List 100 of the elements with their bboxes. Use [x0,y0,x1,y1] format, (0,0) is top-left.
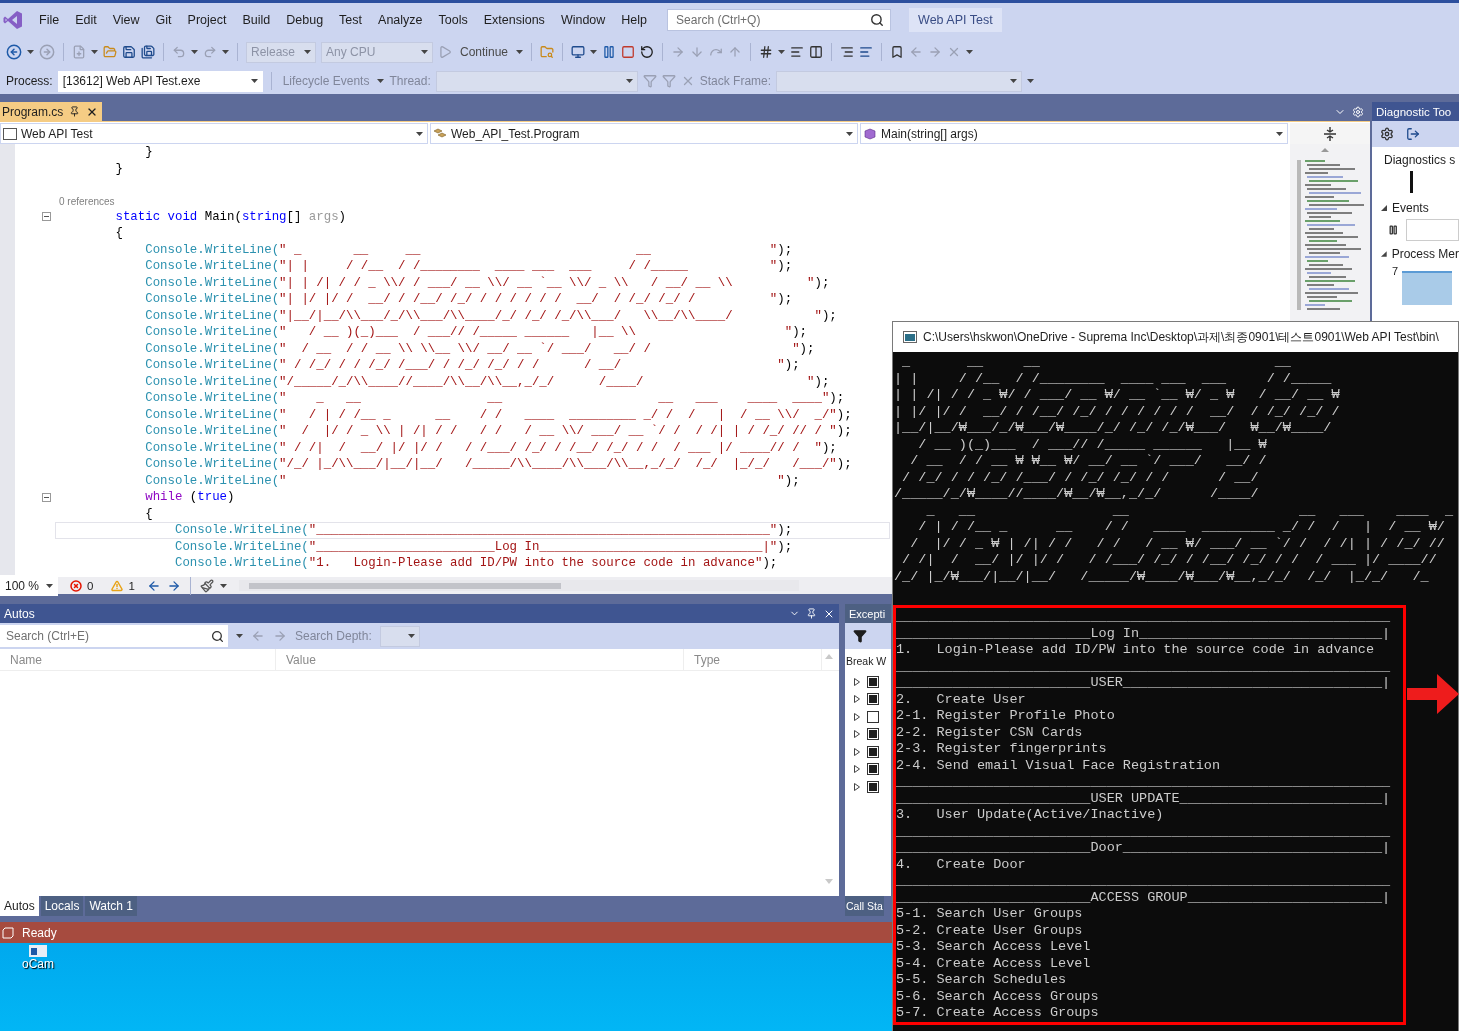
column-header[interactable]: Break W [845,649,891,673]
panel-tab[interactable]: Locals [40,896,84,916]
checkbox[interactable] [867,780,879,793]
stop-icon[interactable] [621,45,636,59]
zoom-dropdown[interactable]: 100 % [0,575,58,596]
save-all-icon[interactable] [141,45,155,59]
caret-icon[interactable] [516,50,524,54]
warning-count[interactable]: 1 [128,579,135,592]
caret-icon[interactable] [219,583,227,588]
comment-icon[interactable] [859,45,874,59]
search-field[interactable]: Search (Ctrl+Q) [667,8,892,31]
menu-item[interactable]: Help [613,7,656,32]
panel-title: Diagnostic Too [1376,105,1452,118]
caret-icon[interactable] [236,634,243,638]
caret-icon[interactable] [1027,79,1035,83]
caret-icon[interactable] [250,79,258,83]
caret-icon[interactable] [846,131,853,136]
settings-icon[interactable] [1380,127,1394,141]
collapse-icon[interactable] [42,492,51,502]
checkbox[interactable] [867,693,879,706]
search-icon[interactable] [211,629,224,643]
checkbox[interactable] [867,710,879,723]
caret-icon[interactable] [222,50,229,54]
expand-icon[interactable] [1380,204,1388,212]
next-icon[interactable] [166,578,181,593]
panel-tab[interactable]: Autos [0,896,39,916]
pin-icon[interactable] [806,608,817,619]
back-icon[interactable] [6,44,22,60]
caret-icon[interactable] [46,583,53,588]
code-line: Console.WriteLine("| |/ |/ / __/ / /__/ /_/ / / / / / / __/ / /_/ /_/ / "); [144,291,794,308]
horizontal-scrollbar[interactable] [238,580,799,591]
menu-item[interactable]: View [104,7,148,32]
search-field[interactable]: Search (Ctrl+E) [0,625,228,647]
menu-item[interactable]: Tools [430,7,476,32]
collapse-icon[interactable] [42,212,51,222]
menu-item[interactable]: Test [331,7,371,32]
save-icon[interactable] [122,45,136,59]
error-count[interactable]: 0 [87,579,94,592]
columns-icon[interactable] [809,45,824,59]
solution-name[interactable]: Web API Test [909,7,1002,32]
checkbox[interactable] [867,763,879,776]
console-line: ________________________USER UPDATE_________________________| [896,790,1392,807]
column-header[interactable]: Name [0,649,276,671]
expand-icon[interactable] [1380,250,1388,258]
navigation-dropdown[interactable]: Main(string[] args) [860,123,1288,144]
reference-count[interactable]: 0 references [0,195,115,207]
filter-icon[interactable] [853,629,867,643]
menu-item[interactable]: Edit [67,7,105,32]
caret-icon[interactable] [778,50,786,54]
timeline-marker-drawing [1410,171,1413,193]
split-icon[interactable] [1324,126,1336,141]
caret-icon[interactable] [966,50,974,54]
column-header[interactable]: Type [684,649,822,671]
align-right-icon[interactable] [840,45,855,59]
checkbox[interactable] [867,728,879,741]
continue-button[interactable]: Continue [457,45,512,59]
caret-icon[interactable] [91,50,98,54]
document-tab[interactable]: Program.cs [0,102,103,121]
column-header[interactable]: Value [276,649,684,671]
menu-item[interactable]: Window [552,7,614,32]
menu-item[interactable]: Debug [278,7,332,32]
export-icon[interactable] [1406,127,1420,141]
caret-icon[interactable] [416,131,423,136]
error-icon[interactable] [70,579,82,592]
hash-icon[interactable] [759,45,774,59]
checkbox[interactable] [867,675,879,688]
caret-icon[interactable] [1276,131,1283,136]
panel-tab[interactable]: Watch 1 [85,896,137,916]
previous-icon[interactable] [146,578,161,593]
align-left-icon[interactable] [790,45,805,59]
brush-icon[interactable] [199,578,214,593]
search-input[interactable]: Search (Ctrl+Q) [674,11,867,28]
panel-tab[interactable]: Call Sta [845,896,884,916]
pause-icon[interactable] [1388,224,1399,236]
section-header[interactable]: Process Mer [1372,241,1459,261]
menu-item[interactable]: File [31,7,68,32]
caret-icon[interactable] [407,634,415,638]
restart-icon[interactable] [640,45,655,59]
search-icon[interactable] [870,12,885,27]
navigation-dropdown[interactable]: Web_API_Test.Program [430,123,858,144]
caret-icon[interactable] [377,79,385,83]
menu-item[interactable]: Git [147,7,180,32]
menu-item[interactable]: Project [179,7,235,32]
menu-item[interactable]: Analyze [370,7,431,32]
process-dropdown[interactable]: [13612] Web API Test.exe [57,70,263,92]
bookmark-icon[interactable] [890,45,905,59]
code-line: { [114,225,124,242]
caret-icon[interactable] [27,50,34,54]
app-logo[interactable] [3,9,23,30]
app-icon[interactable] [29,945,47,957]
caret-icon[interactable] [590,50,598,54]
menu-item[interactable]: Build [234,7,279,32]
pin-icon[interactable] [69,106,81,117]
caret-icon[interactable] [191,50,198,54]
menu-item[interactable]: Extensions [475,7,553,32]
navigation-dropdown[interactable]: Web API Test [0,123,428,144]
console-line: _____________________________________________________________ [896,823,1392,840]
checkbox[interactable] [867,745,879,758]
screen-icon[interactable] [571,45,586,59]
section-header[interactable]: Events [1372,195,1459,215]
